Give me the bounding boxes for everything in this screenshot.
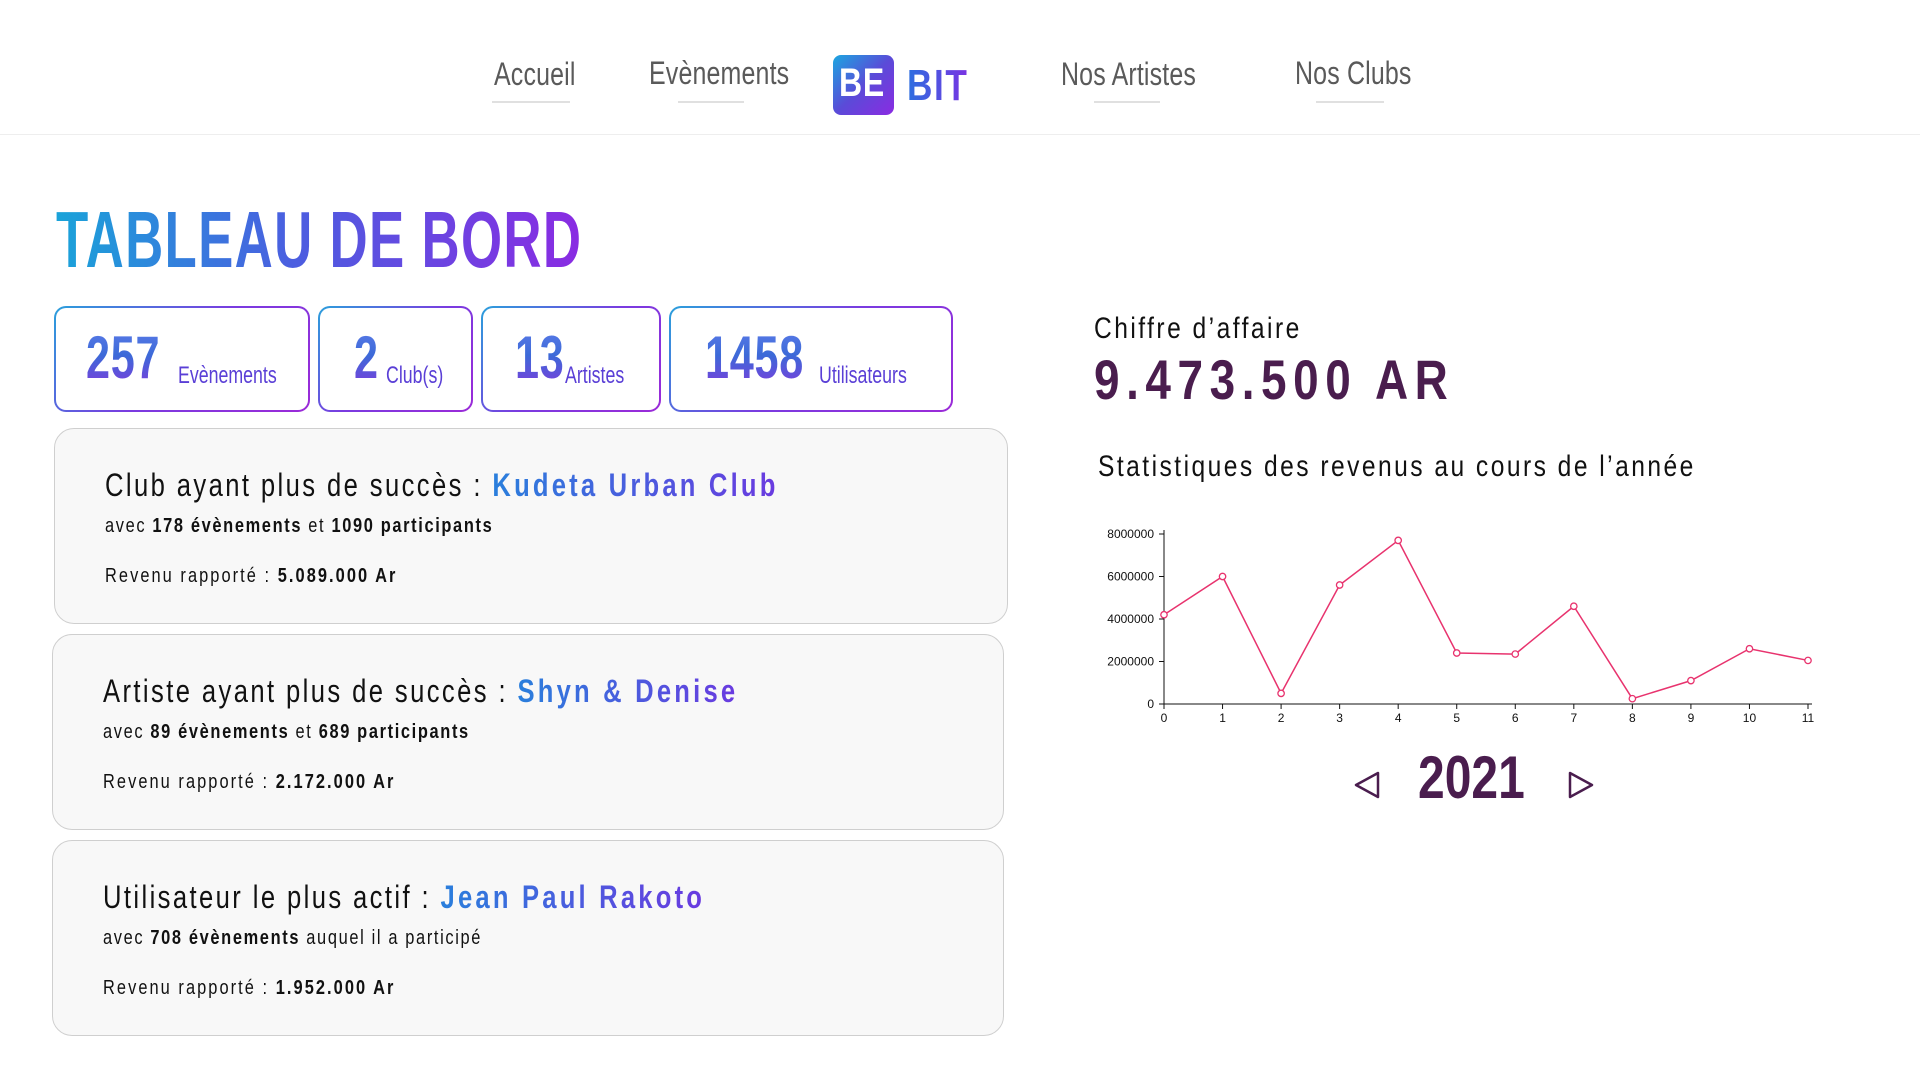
stat-value: 257 [86, 324, 161, 391]
top-club-card[interactable]: Club ayant plus de succès : Kudeta Urban… [54, 428, 1008, 624]
data-point [1160, 610, 1168, 619]
events-count: 178 évènements [152, 515, 303, 537]
detail-mid: et [308, 515, 326, 537]
nav-link-artistes[interactable]: Nos Artistes [1061, 56, 1196, 93]
card-revenue: Revenu rapporté : 1.952.000 Ar [103, 977, 395, 1000]
data-point [1452, 649, 1461, 657]
card-heading: Artiste ayant plus de succès : Shyn & De… [103, 673, 738, 710]
top-user-card[interactable]: Utilisateur le plus actif : Jean Paul Ra… [52, 840, 1004, 1036]
detail-mid: et [295, 721, 313, 743]
stat-value: 1458 [705, 324, 804, 391]
card-detail: avec 708 évènements auquel il a particip… [103, 927, 482, 950]
nav-underline [1316, 101, 1384, 103]
stat-label: Evènements [178, 362, 277, 389]
logo-badge: BE [833, 55, 894, 115]
revenue-label: Revenu rapporté : [105, 565, 272, 587]
data-point [1277, 689, 1285, 698]
revenue-value: 1.952.000 Ar [275, 977, 396, 999]
top-user-name: Jean Paul Rakoto [440, 879, 706, 915]
data-point [1394, 536, 1403, 545]
data-point [1687, 676, 1695, 685]
card-heading: Club ayant plus de succès : Kudeta Urban… [105, 467, 779, 504]
chevron-right-icon[interactable] [1562, 767, 1602, 803]
card-heading-label: Club ayant plus de succès : [105, 467, 483, 503]
detail-mid: auquel il a participé [306, 927, 483, 949]
x-tick-label: 5 [1453, 711, 1460, 725]
nav-underline [1094, 101, 1160, 103]
revenue-label: Revenu rapporté : [103, 977, 270, 999]
card-detail: avec 178 évènements et 1090 participants [105, 515, 493, 538]
chevron-left-icon[interactable] [1350, 767, 1390, 803]
events-count: 89 évènements [150, 721, 290, 743]
data-point [1745, 644, 1754, 653]
nav-link-accueil[interactable]: Accueil [494, 56, 576, 93]
top-navigation: Accueil Evènements BE BIT Nos Artistes N… [0, 0, 1920, 135]
card-heading-label: Artiste ayant plus de succès : [103, 673, 508, 709]
chart-title: Statistiques des revenus au cours de l’a… [1098, 450, 1696, 483]
x-tick-label: 0 [1161, 711, 1168, 725]
nav-underline [678, 101, 744, 103]
x-tick-label: 9 [1688, 711, 1695, 725]
card-detail: avec 89 évènements et 689 participants [103, 721, 470, 744]
series-line [1163, 539, 1809, 700]
events-count: 708 évènements [150, 927, 301, 949]
card-revenue: Revenu rapporté : 5.089.000 Ar [105, 565, 397, 588]
stat-card-evenements[interactable]: 257 Evènements [54, 306, 310, 412]
logo-text: BIT [907, 61, 969, 110]
card-heading: Utilisateur le plus actif : Jean Paul Ra… [103, 879, 705, 916]
y-tick-label: 6000000 [1107, 570, 1154, 584]
x-tick-label: 8 [1629, 711, 1636, 725]
y-tick-label: 8000000 [1107, 527, 1154, 541]
stat-label: Artistes [565, 362, 625, 389]
data-point [1511, 650, 1520, 658]
participants-count: 1090 participants [331, 515, 494, 537]
nav-link-clubs[interactable]: Nos Clubs [1295, 55, 1412, 92]
nav-underline [492, 101, 570, 103]
stat-value: 2 [354, 324, 379, 391]
data-point [1628, 694, 1637, 703]
card-revenue: Revenu rapporté : 2.172.000 Ar [103, 771, 395, 794]
data-point [1335, 581, 1344, 589]
revenue-line-chart: 0 2000000 4000000 6000000 8000000 0 1 2 3 4 5 6 7 8 9 1… [1107, 527, 1815, 725]
detail-prefix: avec [103, 721, 145, 743]
x-tick-label: 2 [1278, 711, 1285, 725]
data-point [1804, 656, 1812, 665]
y-tick-label: 2000000 [1107, 655, 1154, 669]
x-tick-label: 10 [1743, 711, 1757, 725]
revenue-value: 2.172.000 Ar [275, 771, 396, 793]
stat-label: Club(s) [386, 362, 444, 389]
stat-value: 13 [515, 324, 565, 391]
x-tick-label: 4 [1395, 711, 1402, 725]
x-tick-label: 7 [1570, 711, 1577, 725]
nav-link-evenements[interactable]: Evènements [649, 55, 789, 92]
x-tick-label: 11 [1802, 711, 1815, 725]
x-tick-label: 6 [1512, 711, 1519, 725]
revenue-label: Chiffre d’affaire [1094, 312, 1302, 345]
stat-card-utilisateurs[interactable]: 1458 Utilisateurs [669, 306, 953, 412]
x-tick-label: 3 [1336, 711, 1343, 725]
revenue-label: Revenu rapporté : [103, 771, 270, 793]
top-artist-card[interactable]: Artiste ayant plus de succès : Shyn & De… [52, 634, 1004, 830]
detail-prefix: avec [103, 927, 145, 949]
top-artist-name: Shyn & Denise [517, 673, 739, 709]
participants-count: 689 participants [318, 721, 470, 743]
y-tick-label: 4000000 [1107, 612, 1154, 626]
stat-card-clubs[interactable]: 2 Club(s) [318, 306, 473, 412]
x-tick-label: 1 [1219, 711, 1226, 725]
revenue-value: 5.089.000 Ar [277, 565, 398, 587]
revenue-total: 9.473.500 AR [1094, 348, 1455, 411]
data-point [1569, 602, 1578, 611]
year-label: 2021 [1418, 744, 1525, 811]
stat-card-artistes[interactable]: 13 Artistes [481, 306, 661, 412]
card-heading-label: Utilisateur le plus actif : [103, 879, 432, 915]
page-title: TABLEAU DE BORD [56, 195, 583, 284]
stat-label: Utilisateurs [819, 362, 907, 389]
detail-prefix: avec [105, 515, 147, 537]
top-club-name: Kudeta Urban Club [492, 467, 779, 503]
data-point [1218, 572, 1227, 581]
logo-badge-text: BE [839, 61, 886, 105]
y-tick-label: 0 [1147, 697, 1154, 711]
